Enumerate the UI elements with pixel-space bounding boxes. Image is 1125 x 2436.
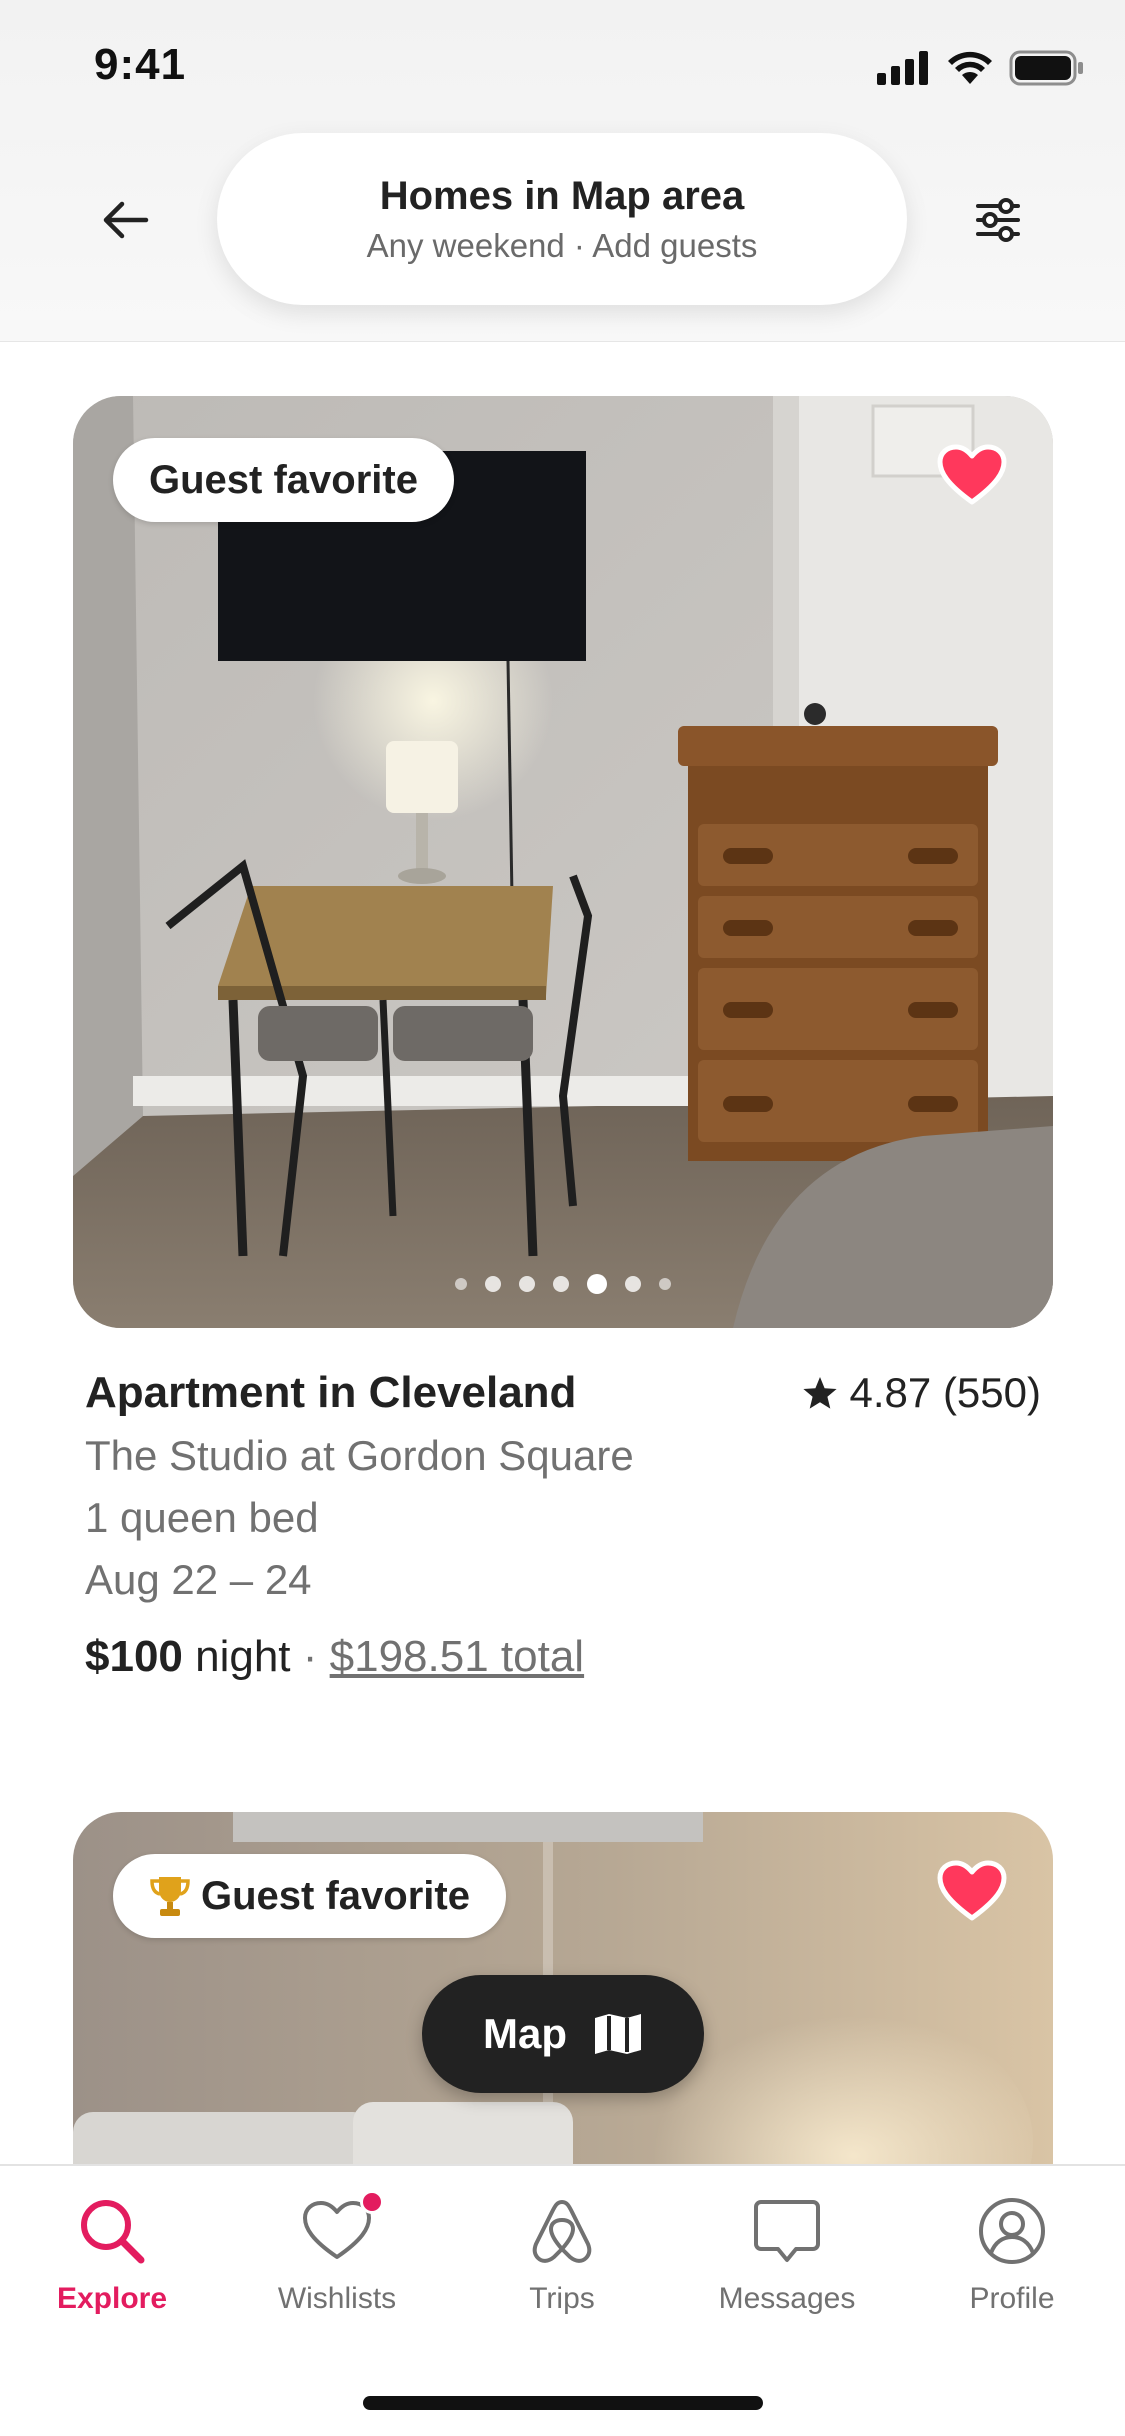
pagination-dot	[659, 1278, 671, 1290]
wishlist-heart-button[interactable]	[935, 438, 1009, 512]
airbnb-logo-icon	[525, 2194, 599, 2268]
listing-dates: Aug 22 – 24	[85, 1556, 312, 1603]
badge-label: Guest favorite	[201, 1873, 470, 1918]
tab-trips[interactable]: Trips	[462, 2194, 662, 2316]
listing-name: The Studio at Gordon Square	[85, 1432, 634, 1479]
listing-title-row: Apartment in Cleveland 4.87 (550)	[85, 1368, 1041, 1418]
guest-favorite-badge: Guest favorite	[113, 438, 454, 522]
heart-icon	[937, 444, 1007, 505]
filter-button[interactable]	[966, 188, 1030, 252]
trophy-icon	[150, 1877, 190, 1916]
listing-photo-image	[73, 396, 1053, 1328]
battery-icon	[1009, 50, 1083, 86]
notification-dot	[360, 2190, 384, 2214]
tab-explore[interactable]: Explore	[12, 2194, 212, 2316]
home-indicator	[363, 2396, 763, 2410]
status-bar: 9:41	[0, 0, 1125, 130]
photo-pagination-dots	[73, 1274, 1053, 1294]
pagination-dot-active	[587, 1274, 607, 1294]
tab-profile[interactable]: Profile	[912, 2194, 1112, 2316]
search-subtitle: Any weekend · Add guests	[366, 226, 758, 264]
pagination-dot	[519, 1276, 535, 1292]
status-time: 9:41	[94, 40, 187, 89]
tab-label: Trips	[529, 2282, 595, 2315]
listing-price: $100 night · $198.51 total	[85, 1632, 1041, 1682]
tab-label: Profile	[969, 2282, 1055, 2315]
back-button[interactable]	[96, 190, 156, 250]
tab-label: Wishlists	[277, 2282, 397, 2315]
wishlist-heart-button[interactable]	[935, 1854, 1009, 1928]
tab-label: Explore	[56, 2282, 168, 2315]
listing-rating: 4.87 (550)	[802, 1369, 1041, 1417]
heart-outline-icon	[300, 2190, 384, 2268]
wifi-icon	[948, 51, 992, 84]
listing-beds: 1 queen bed	[85, 1494, 319, 1541]
pagination-dot	[485, 1276, 501, 1292]
map-icon	[595, 2014, 641, 2054]
tab-messages[interactable]: Messages	[687, 2194, 887, 2316]
arrow-left-icon	[103, 201, 149, 239]
star-icon	[802, 1377, 837, 1409]
pagination-dot	[625, 1276, 641, 1292]
guest-favorite-badge: Guest favorite	[113, 1854, 506, 1938]
map-button[interactable]: Map	[422, 1975, 704, 2093]
rating-value: 4.87 (550)	[849, 1369, 1041, 1416]
heart-icon	[937, 1860, 1007, 1921]
search-icon	[75, 2194, 149, 2268]
price-total-link[interactable]: $198.51 total	[330, 1632, 584, 1681]
price-separator: ·	[290, 1632, 330, 1681]
listing-card[interactable]: Guest favorite Apartment in Cleveland 4.…	[73, 396, 1053, 1682]
search-title: Homes in Map area	[379, 173, 745, 218]
listing-photo[interactable]: Guest favorite	[73, 396, 1053, 1328]
listing-info: Apartment in Cleveland 4.87 (550) The St…	[73, 1368, 1053, 1682]
filter-sliders-icon	[976, 198, 1020, 242]
cellular-signal-icon	[877, 51, 928, 85]
pagination-dot	[553, 1276, 569, 1292]
status-icons	[877, 50, 1085, 86]
pagination-dot	[455, 1278, 467, 1290]
price-unit: night	[182, 1632, 291, 1681]
tab-wishlists[interactable]: Wishlists	[237, 2190, 437, 2316]
message-icon	[750, 2194, 824, 2268]
tab-label: Messages	[718, 2282, 856, 2315]
search-pill[interactable]: Homes in Map area Any weekend · Add gues…	[217, 133, 907, 305]
map-button-label: Map	[483, 2010, 567, 2057]
listing-title: Apartment in Cleveland	[85, 1368, 577, 1417]
price-amount: $100	[85, 1632, 183, 1681]
profile-icon	[975, 2194, 1049, 2268]
badge-label: Guest favorite	[149, 457, 418, 502]
